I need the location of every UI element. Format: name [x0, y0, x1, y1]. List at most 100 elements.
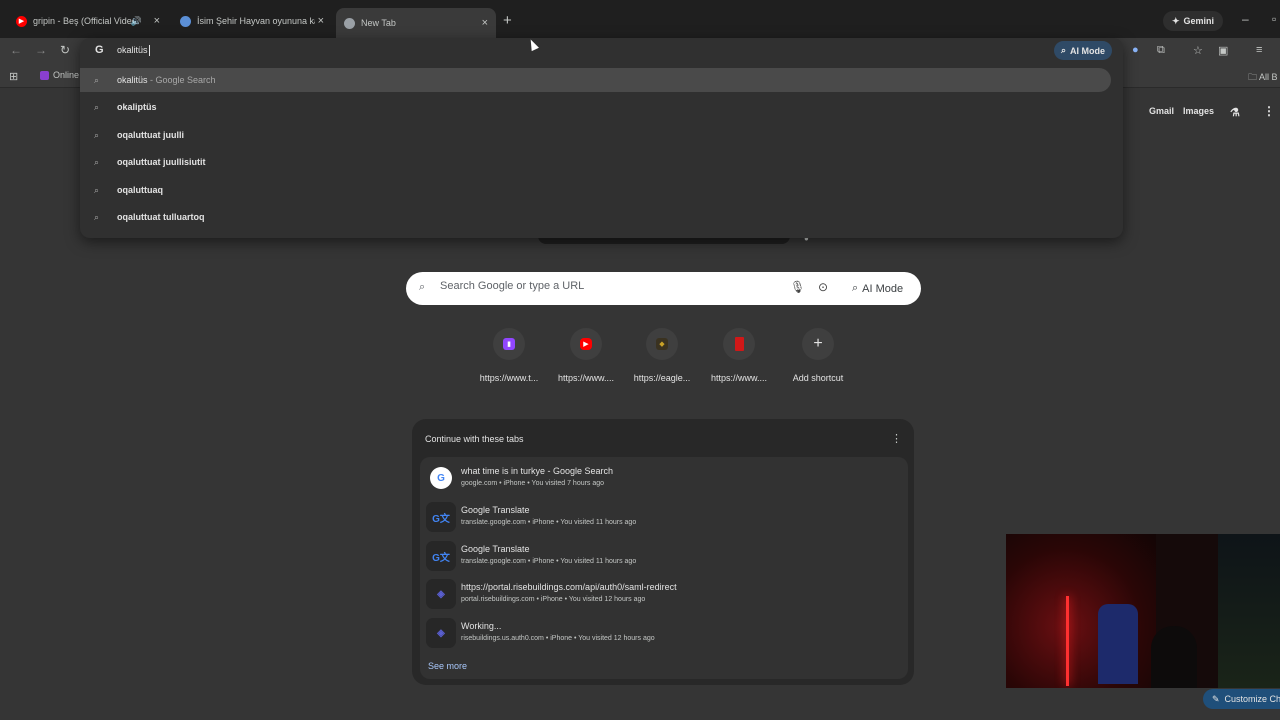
rise-icon: ◈ — [426, 618, 456, 648]
search-icon: ⌕ — [419, 281, 426, 293]
profile-circle-icon[interactable]: ● — [1132, 44, 1139, 56]
see-more-link[interactable]: See more — [428, 661, 467, 671]
apps-grid-icon[interactable]: ⊞ — [9, 70, 18, 83]
extensions-icon[interactable]: ⧉ — [1157, 44, 1165, 57]
tab-strip: ▶ gripin - Beş (Official Video) 🔊 × İsim… — [0, 0, 1280, 38]
item-subtitle: translate.google.com • iPhone • You visi… — [461, 519, 637, 526]
list-item[interactable]: ◈ https://portal.risebuildings.com/api/a… — [420, 575, 908, 613]
tab-search-icon[interactable]: ▣ — [1218, 44, 1228, 57]
google-apps-grid-icon[interactable]: ⋮⋮ — [1263, 104, 1280, 118]
twitch-icon — [40, 70, 49, 80]
suggestion-text: oqaluttuat juullisiutit — [117, 157, 206, 167]
google-lens-icon[interactable]: ⊙ — [818, 280, 828, 294]
shortcut-circle: ◆ — [646, 328, 678, 360]
suggestion-text: okaliptüs — [117, 102, 157, 112]
shortcut-circle: ▶ — [570, 328, 602, 360]
speaker-icon[interactable]: 🔊 — [131, 16, 142, 27]
ai-mode-button[interactable]: ⌕ AI Mode — [844, 277, 911, 300]
gmail-link[interactable]: Gmail — [1149, 106, 1174, 116]
search-input[interactable] — [440, 280, 770, 292]
shortcut-tile[interactable]: https://www.... — [701, 328, 777, 383]
gemini-button[interactable]: ✦ Gemini — [1163, 11, 1224, 31]
tab-isim-sehir[interactable]: İsim Şehir Hayvan oyununa katıl × — [172, 8, 332, 34]
suggestion-item[interactable]: ⌕ oqaluttuat tulluartoq — [80, 205, 1123, 229]
menu-lines-icon[interactable]: ≡ — [1256, 44, 1262, 56]
shortcut-label: https://www.... — [710, 373, 768, 383]
streamer-silhouette — [1151, 626, 1197, 688]
omnibox-dropdown: G okalitüs ⌕ okalitüs - Google Search ⌕ … — [80, 38, 1123, 238]
google-translate-icon: G文 — [426, 541, 456, 571]
chrome-icon — [344, 17, 355, 29]
suggestion-item[interactable]: ⌕ okalitüs - Google Search — [80, 68, 1111, 92]
minimize-icon[interactable]: – — [1242, 12, 1249, 26]
search-icon: ⌕ — [94, 129, 100, 140]
suggestion-text: oqaluttuat juulli — [117, 130, 184, 140]
youtube-icon: ▶ — [580, 338, 592, 350]
google-translate-icon: G文 — [426, 502, 456, 532]
suggestion-item[interactable]: ⌕ oqaluttuaq — [80, 178, 1123, 202]
close-icon[interactable]: × — [482, 17, 488, 29]
add-shortcut-tile[interactable]: + Add shortcut — [780, 328, 856, 383]
list-item[interactable]: ◈ Working... risebuildings.us.auth0.com … — [420, 614, 908, 652]
twitch-icon: ▮ — [503, 338, 515, 350]
forward-arrow-icon[interactable]: → — [35, 43, 47, 57]
more-vert-icon[interactable]: ⋮ — [891, 432, 902, 445]
bookmark-red-icon — [734, 337, 744, 351]
item-title: Google Translate — [461, 505, 530, 515]
tab-title: New Tab — [361, 18, 396, 28]
folder-icon: 🗀 — [1248, 72, 1258, 82]
list-item[interactable]: G what time is in turkye - Google Search… — [420, 459, 908, 497]
all-bookmarks-folder[interactable]: 🗀 All B — [1248, 70, 1278, 86]
webcam-overlay — [1006, 534, 1280, 688]
omnibox-input[interactable]: okalitüs — [117, 45, 150, 57]
item-subtitle: risebuildings.us.auth0.com • iPhone • Yo… — [461, 635, 655, 642]
labs-flask-icon[interactable]: ⚗ — [1230, 106, 1240, 119]
tab-title: İsim Şehir Hayvan oyununa katıl — [197, 16, 315, 26]
shortcut-tile[interactable]: ▶ https://www.... — [548, 328, 624, 383]
card-list: G what time is in turkye - Google Search… — [420, 457, 908, 679]
reload-icon[interactable]: ↻ — [60, 43, 70, 57]
bookmark-item[interactable]: Online — [40, 70, 79, 80]
microphone-icon[interactable]: 🎙 — [790, 280, 805, 294]
suggestion-item[interactable]: ⌕ oqaluttuat juulli — [80, 123, 1123, 147]
pencil-icon: ✎ — [1212, 693, 1220, 704]
item-title: Google Translate — [461, 544, 530, 554]
gemini-label: Gemini — [1183, 16, 1215, 26]
tab-new-tab[interactable]: New Tab × — [336, 8, 496, 38]
close-icon[interactable]: × — [318, 15, 324, 27]
back-arrow-icon[interactable]: ← — [10, 43, 22, 57]
suggestion-item[interactable]: ⌕ okaliptüs — [80, 95, 1123, 119]
list-item[interactable]: G文 Google Translate translate.google.com… — [420, 498, 908, 536]
shortcut-label: Add shortcut — [792, 373, 844, 383]
continue-tabs-card: Continue with these tabs ⋮ G what time i… — [412, 419, 914, 685]
suggestion-text: oqaluttuaq — [117, 185, 163, 195]
bookmark-star-icon[interactable]: ☆ — [1193, 44, 1203, 57]
eagle-icon: ◆ — [656, 338, 668, 350]
ai-mode-label: AI Mode — [1070, 45, 1106, 56]
rise-icon: ◈ — [426, 579, 456, 609]
list-item[interactable]: G文 Google Translate translate.google.com… — [420, 537, 908, 575]
item-subtitle: translate.google.com • iPhone • You visi… — [461, 558, 637, 565]
customize-chrome-button[interactable]: ✎ Customize Ch — [1203, 689, 1280, 709]
ai-mode-toolbar-button[interactable]: ⌕ AI Mode — [1054, 41, 1113, 60]
shortcut-circle: ▮ — [493, 328, 525, 360]
search-icon: ⌕ — [94, 101, 100, 112]
ai-search-icon: ⌕ — [852, 282, 859, 294]
restore-icon[interactable]: ▫ — [1272, 12, 1276, 26]
globe-icon — [180, 15, 191, 27]
images-link[interactable]: Images — [1183, 106, 1214, 116]
sparkle-icon: ✦ — [1172, 15, 1180, 26]
google-icon: G — [430, 467, 452, 489]
item-title: what time is in turkye - Google Search — [461, 466, 614, 476]
bookmark-label: Online — [53, 70, 80, 80]
shortcut-circle — [723, 328, 755, 360]
card-title: Continue with these tabs — [425, 434, 524, 444]
new-tab-plus-icon[interactable]: + — [503, 12, 512, 29]
close-icon[interactable]: × — [154, 15, 160, 27]
suggestion-item[interactable]: ⌕ oqaluttuat juullisiutit — [80, 150, 1123, 174]
shortcut-tile[interactable]: ◆ https://eagle... — [624, 328, 700, 383]
tab-youtube[interactable]: ▶ gripin - Beş (Official Video) 🔊 × — [8, 8, 168, 34]
google-search-box[interactable]: ⌕ 🎙 ⊙ ⌕ AI Mode — [406, 272, 921, 305]
shortcut-label: https://www.... — [557, 373, 615, 383]
shortcut-tile[interactable]: ▮ https://www.t... — [471, 328, 547, 383]
